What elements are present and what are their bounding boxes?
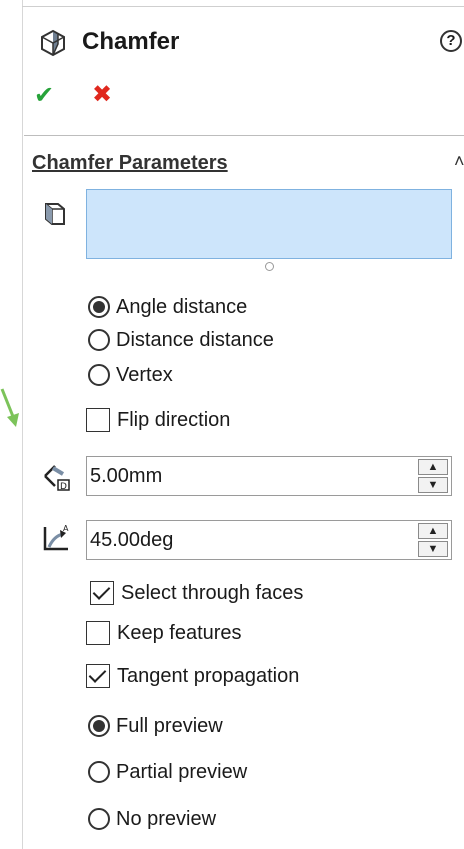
distance-input[interactable] bbox=[87, 457, 413, 495]
panel-top-rule bbox=[22, 6, 464, 7]
radio-label: Angle distance bbox=[116, 296, 248, 318]
angle-spinbox[interactable]: ▲ ▼ bbox=[86, 520, 452, 560]
spin-down-button[interactable]: ▼ bbox=[418, 477, 448, 493]
radio-label: Vertex bbox=[116, 364, 173, 386]
collapse-icon[interactable]: ˄ bbox=[454, 148, 464, 174]
spin-up-button[interactable]: ▲ bbox=[418, 459, 448, 475]
svg-text:D: D bbox=[60, 482, 67, 492]
checkbox-label: Keep features bbox=[117, 622, 242, 644]
help-icon[interactable]: ? bbox=[440, 30, 462, 52]
distance-icon: D bbox=[44, 465, 70, 492]
checkbox[interactable] bbox=[86, 664, 110, 688]
radio-label: Distance distance bbox=[116, 329, 274, 351]
radio-full-preview[interactable]: Full preview bbox=[88, 714, 223, 738]
select-through-faces-checkbox[interactable]: Select through faces bbox=[90, 581, 303, 605]
spin-down-button[interactable]: ▼ bbox=[418, 541, 448, 557]
ok-button[interactable]: ✔ bbox=[34, 84, 54, 108]
radio-label: Partial preview bbox=[116, 761, 248, 783]
checkbox[interactable] bbox=[86, 621, 110, 645]
radio-button[interactable] bbox=[88, 296, 110, 318]
distance-spinbox[interactable]: ▲ ▼ bbox=[86, 456, 452, 496]
radio-no-preview[interactable]: No preview bbox=[88, 807, 216, 831]
radio-button[interactable] bbox=[88, 761, 110, 783]
page-title: Chamfer bbox=[82, 28, 180, 55]
checkbox[interactable] bbox=[90, 581, 114, 605]
section-title-text: Chamfer Parameters bbox=[32, 152, 228, 174]
radio-partial-preview[interactable]: Partial preview bbox=[88, 760, 247, 784]
radio-vertex[interactable]: Vertex bbox=[88, 363, 173, 387]
section-title[interactable]: Chamfer Parameters bbox=[32, 150, 228, 176]
checkbox-label: Tangent propagation bbox=[117, 665, 300, 687]
checkbox-label: Flip direction bbox=[117, 409, 231, 431]
spin-up-button[interactable]: ▲ bbox=[418, 523, 448, 539]
edge-selection-box[interactable] bbox=[86, 189, 452, 259]
checkbox-label: Select through faces bbox=[121, 582, 304, 604]
radio-button[interactable] bbox=[88, 808, 110, 830]
resize-handle[interactable] bbox=[265, 262, 274, 271]
header-divider bbox=[24, 135, 464, 136]
checkbox[interactable] bbox=[86, 408, 110, 432]
panel-left-border bbox=[22, 0, 23, 849]
radio-label: No preview bbox=[116, 808, 217, 830]
chamfer-feature-icon bbox=[41, 29, 65, 57]
radio-button[interactable] bbox=[88, 329, 110, 351]
cancel-button[interactable]: ✖ bbox=[92, 83, 112, 107]
radio-angle-distance[interactable]: Angle distance bbox=[88, 295, 247, 319]
angle-icon: A bbox=[43, 524, 69, 551]
radio-button[interactable] bbox=[88, 715, 110, 737]
angle-input[interactable] bbox=[87, 521, 413, 559]
flip-direction-checkbox[interactable]: Flip direction bbox=[86, 408, 230, 432]
keep-features-checkbox[interactable]: Keep features bbox=[86, 621, 242, 645]
svg-text:A: A bbox=[63, 524, 69, 533]
edge-selection-icon bbox=[45, 203, 65, 225]
radio-label: Full preview bbox=[116, 715, 223, 737]
green-arrow-icon bbox=[0, 388, 19, 427]
radio-distance-distance[interactable]: Distance distance bbox=[88, 328, 274, 352]
radio-button[interactable] bbox=[88, 364, 110, 386]
tangent-propagation-checkbox[interactable]: Tangent propagation bbox=[86, 664, 299, 688]
